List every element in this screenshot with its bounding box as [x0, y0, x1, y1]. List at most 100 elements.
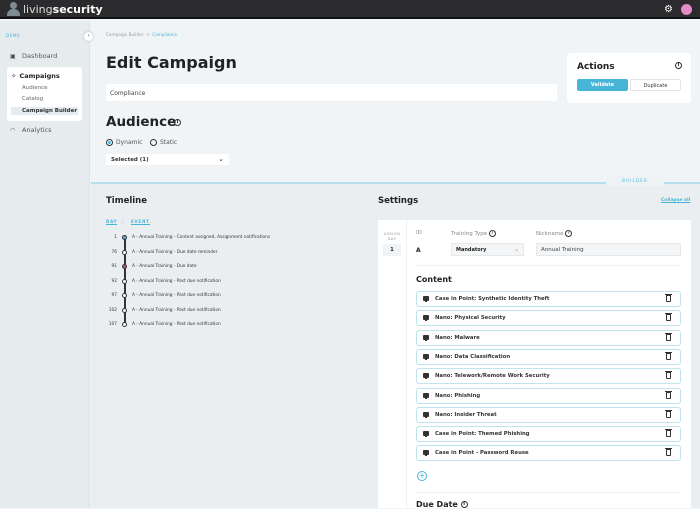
trash-icon[interactable] [665, 390, 672, 399]
timeline-dot-icon [121, 293, 127, 298]
assign-day-label: ASSIGN DAY [383, 231, 401, 241]
info-icon[interactable]: i [460, 501, 468, 508]
content-item[interactable]: Nano: Physical Security [416, 310, 681, 327]
campaign-name-input[interactable]: Compliance [106, 84, 557, 101]
content-item-title: Nano: Physical Security [435, 315, 506, 322]
timeline-dot-icon [121, 322, 127, 327]
trash-icon[interactable] [665, 371, 672, 380]
audience-title: Audience [106, 114, 177, 130]
duplicate-button[interactable]: Duplicate [630, 79, 681, 91]
timeline-col-event[interactable]: EVENT [131, 219, 150, 225]
trash-icon[interactable] [665, 429, 672, 438]
timeline-day: 97 [111, 293, 117, 298]
actions-panel: Actions i Validate Duplicate [567, 53, 691, 103]
dropdown-value: Selected (1) [111, 157, 149, 163]
chevron-down-icon: ⌄ [218, 155, 224, 163]
collapse-all-link[interactable]: Collapse all [661, 198, 690, 203]
sidebar-item-label: Campaigns [19, 72, 60, 80]
timeline-row[interactable]: 91 A - Annual Training - Due date [100, 264, 400, 272]
sidebar-item-campaigns: ✧ Campaigns Audience Catalog Campaign Bui… [7, 67, 82, 121]
trash-icon[interactable] [665, 294, 672, 302]
sidebar-item-campaigns-label[interactable]: ✧ Campaigns [11, 72, 60, 80]
sidebar-item-dashboard[interactable]: ▣ Dashboard [10, 52, 57, 60]
content-item[interactable]: Nano: Data Classification [416, 348, 681, 365]
vertical-divider [406, 220, 407, 508]
timeline-title: Timeline [106, 196, 147, 206]
content-item-title: Case in Point: Synthetic Identity Theft [435, 296, 550, 302]
content-item[interactable]: Nano: Insider Threat [416, 406, 681, 423]
builder-tab[interactable]: BUILDER [606, 176, 664, 186]
sidebar-subitem-campaign-builder[interactable]: Campaign Builder [11, 107, 78, 115]
monitor-icon [423, 296, 429, 302]
info-icon[interactable]: i [488, 230, 496, 237]
sidebar-item-analytics[interactable]: ◠ Analytics [10, 126, 52, 134]
content-item[interactable]: Case in Point: Synthetic Identity Theft [416, 291, 681, 307]
timeline-row[interactable]: 92 A - Annual Training - Past due notifi… [100, 278, 400, 287]
timeline-dot-icon [121, 235, 127, 240]
assign-day-input[interactable]: 1 [383, 244, 401, 256]
content-item[interactable]: Nano: Phishing [416, 387, 681, 404]
monitor-icon [423, 431, 429, 438]
content-item-title: Nano: Malware [435, 334, 480, 341]
training-type-select[interactable]: Mandatory ⌄ [451, 243, 524, 256]
radio-dynamic[interactable]: Dynamic [106, 139, 142, 146]
timeline-row[interactable]: 97 A - Annual Training - Past due notifi… [100, 293, 400, 301]
timeline-dot-header-icon: ◌ [121, 219, 126, 224]
content-item[interactable]: Case in Point - Password Reuse [416, 445, 681, 462]
timeline-event: A - Annual Training - Past due notificat… [132, 293, 221, 298]
timeline-dot-icon [121, 278, 127, 284]
monitor-icon [423, 392, 429, 399]
timeline-day: 1 [114, 235, 117, 240]
content-item[interactable]: Nano: Telework/Remote Work Security [416, 368, 681, 385]
add-content-button[interactable]: + [417, 471, 427, 481]
timeline-row[interactable]: 107 A - Annual Training - Past due notif… [100, 322, 400, 330]
divider [416, 492, 681, 493]
info-icon[interactable]: i [565, 230, 573, 237]
content-item-title: Nano: Insider Threat [435, 411, 497, 418]
timeline-row[interactable]: 76 A - Annual Training - Due date remind… [100, 249, 400, 258]
campaigns-icon: ✧ [11, 72, 17, 80]
breadcrumb-current: Compliance [152, 32, 177, 37]
collapse-sidebar-button[interactable]: ‹ [84, 32, 93, 41]
timeline-row[interactable]: 1 A - Annual Training - Content assigned… [100, 235, 400, 243]
breadcrumb-separator: > [146, 32, 150, 37]
timeline-col-day[interactable]: DAY [106, 219, 118, 225]
trash-icon[interactable] [665, 313, 672, 322]
radio-static[interactable]: Static [150, 139, 177, 146]
avatar[interactable] [681, 4, 692, 15]
nickname-input[interactable]: Annual Training [536, 243, 681, 256]
timeline-dot-icon [121, 264, 127, 269]
timeline-event: A - Annual Training - Due date reminder [132, 249, 218, 255]
info-icon[interactable]: i [174, 119, 181, 126]
timeline-day: 107 [108, 322, 117, 327]
gear-icon[interactable]: ⚙ [664, 4, 673, 15]
info-icon[interactable]: i [675, 62, 682, 69]
content-title: Content [416, 275, 452, 284]
audience-dropdown[interactable]: Selected (1) ⌄ [106, 154, 229, 165]
org-label: DEMO [6, 33, 21, 38]
label-text: Nickname [536, 231, 564, 237]
trash-icon[interactable] [665, 351, 672, 360]
content-item[interactable]: Case in Point: Themed Phishing [416, 426, 681, 443]
monitor-icon [423, 334, 429, 341]
sidebar-subitem-catalog[interactable]: Catalog [22, 96, 43, 102]
sidebar-item-label: Dashboard [22, 52, 58, 60]
trash-icon[interactable] [665, 448, 672, 457]
brand-light: living [23, 2, 53, 16]
timeline-event: A - Annual Training - Due date [132, 264, 197, 269]
timeline-day: 92 [111, 278, 117, 284]
chevron-down-icon: ⌄ [513, 246, 519, 253]
breadcrumb-parent[interactable]: Campaign Builder [106, 32, 143, 37]
sidebar-subitem-audience[interactable]: Audience [22, 85, 48, 91]
trash-icon[interactable] [665, 409, 672, 418]
content-item[interactable]: Nano: Malware [416, 329, 681, 346]
logo[interactable]: living security [7, 2, 103, 16]
content-item-title: Nano: Telework/Remote Work Security [435, 373, 550, 380]
timeline-row[interactable]: 102 A - Annual Training - Past due notif… [100, 307, 400, 316]
breadcrumb: Campaign Builder > Compliance [106, 32, 177, 37]
radio-label: Static [160, 139, 178, 146]
id-value: A [416, 247, 421, 254]
radio-unchecked-icon [150, 139, 157, 146]
validate-button[interactable]: Validate [577, 79, 628, 91]
trash-icon[interactable] [665, 332, 672, 341]
